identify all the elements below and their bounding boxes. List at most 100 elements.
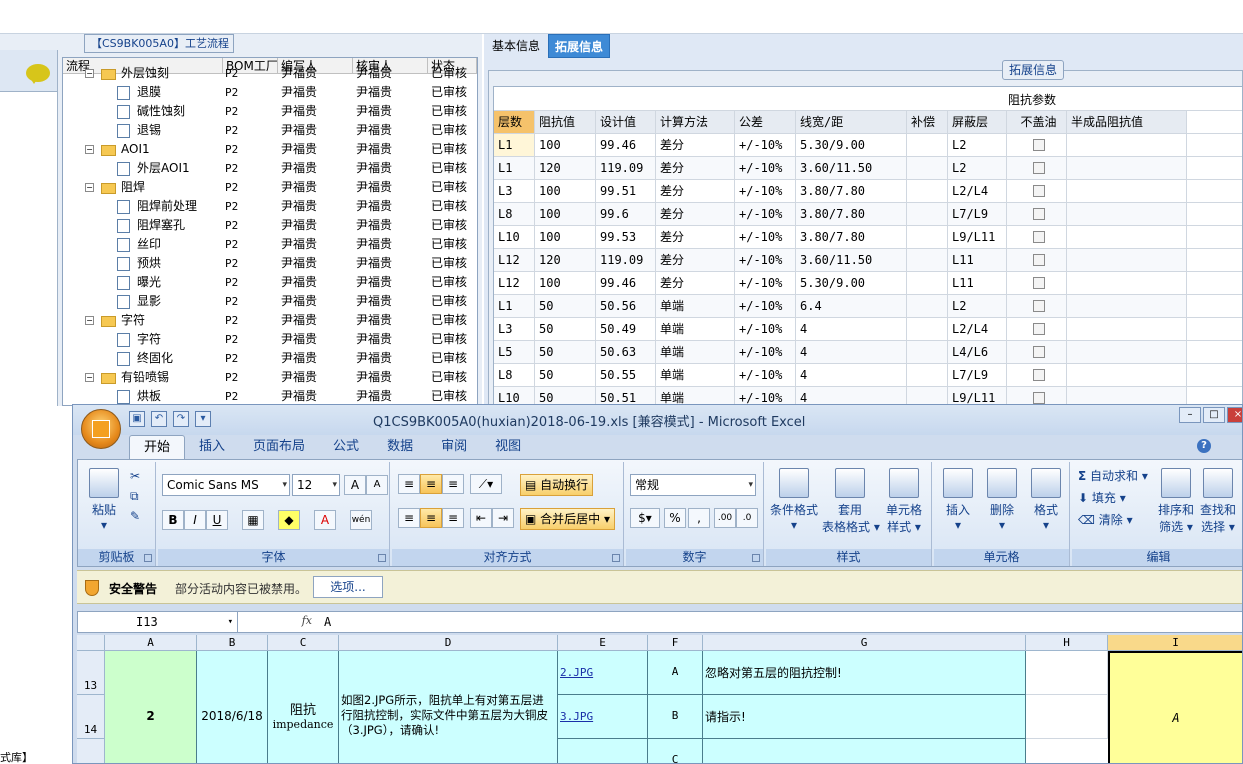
cell-f15[interactable]: C [648, 739, 703, 763]
impedance-cell-checkbox[interactable] [1007, 226, 1067, 248]
shrink-font-icon[interactable]: A [366, 475, 388, 495]
comma-icon[interactable]: , [688, 508, 710, 528]
impedance-row[interactable]: L3 100 99.51 差分 +/-10% 3.80/7.80 L2/L4 [494, 180, 1242, 203]
increase-indent-icon[interactable]: ⇥ [492, 508, 514, 528]
process-row[interactable]: − AOI1 P2 尹福贵 尹福贵 已审核 [63, 140, 477, 159]
format-as-table-button[interactable]: 套用 表格格式 ▾ [822, 468, 880, 535]
cell-e13[interactable]: 2.JPG [558, 651, 648, 695]
cell-styles-button[interactable]: 单元格 样式 ▾ [880, 468, 928, 535]
align-left-icon[interactable]: ≡ [398, 508, 420, 528]
process-row[interactable]: 碱性蚀刻 P2 尹福贵 尹福贵 已审核 [63, 102, 477, 121]
tab-view[interactable]: 视图 [481, 435, 535, 459]
impedance-col-4[interactable]: 公差 [735, 111, 796, 133]
impedance-cell-checkbox[interactable] [1007, 203, 1067, 225]
currency-icon[interactable]: $▾ [630, 508, 660, 528]
process-row[interactable]: 丝印 P2 尹福贵 尹福贵 已审核 [63, 235, 477, 254]
col-header-g[interactable]: G [703, 635, 1026, 651]
comment-bubble-icon[interactable] [26, 64, 50, 84]
redo-icon[interactable]: ↷ [173, 411, 189, 427]
cell-c13[interactable]: 阻抗 impedance [268, 651, 339, 763]
font-color-icon[interactable]: A [314, 510, 336, 530]
checkbox-no-coverlay[interactable] [1032, 139, 1045, 151]
process-row[interactable]: − 阻焊 P2 尹福贵 尹福贵 已审核 [63, 178, 477, 197]
cell-h13[interactable] [1026, 651, 1108, 695]
checkbox-no-coverlay[interactable] [1032, 277, 1045, 289]
tab-data[interactable]: 数据 [373, 435, 427, 459]
checkbox-no-coverlay[interactable] [1032, 300, 1045, 312]
impedance-cell-checkbox[interactable] [1007, 341, 1067, 363]
collapse-icon[interactable]: − [85, 316, 94, 325]
autosum-button[interactable]: Σ 自动求和 ▾ [1078, 466, 1148, 486]
impedance-row[interactable]: L3 50 50.49 单端 +/-10% 4 L2/L4 [494, 318, 1242, 341]
process-row[interactable]: 退锡 P2 尹福贵 尹福贵 已审核 [63, 121, 477, 140]
impedance-cell-checkbox[interactable] [1007, 180, 1067, 202]
impedance-col-8[interactable]: 不盖油 [1007, 111, 1067, 133]
percent-icon[interactable]: % [664, 508, 686, 528]
impedance-row[interactable]: L1 50 50.56 单端 +/-10% 6.4 L2 [494, 295, 1242, 318]
cell-f13[interactable]: A [648, 651, 703, 695]
link-2jpg[interactable]: 2.JPG [560, 666, 593, 679]
row-header-14[interactable]: 14 [77, 695, 105, 739]
impedance-col-5[interactable]: 线宽/距 [796, 111, 907, 133]
delete-cells-button[interactable]: 删除 ▾ [982, 468, 1022, 532]
impedance-cell-checkbox[interactable] [1007, 249, 1067, 271]
process-row[interactable]: 阻焊塞孔 P2 尹福贵 尹福贵 已审核 [63, 216, 477, 235]
grow-font-icon[interactable]: A [344, 475, 366, 495]
number-format-select[interactable]: 常规 ▾ [630, 474, 756, 496]
select-all-corner[interactable] [77, 635, 105, 651]
checkbox-no-coverlay[interactable] [1032, 185, 1045, 197]
sort-filter-button[interactable]: 排序和 筛选 ▾ [1156, 468, 1196, 535]
font-name-select[interactable]: Comic Sans MS ▾ [162, 474, 290, 496]
align-top-icon[interactable]: ≡ [398, 474, 420, 494]
align-right-icon[interactable]: ≡ [442, 508, 464, 528]
process-row[interactable]: 曝光 P2 尹福贵 尹福贵 已审核 [63, 273, 477, 292]
checkbox-no-coverlay[interactable] [1032, 208, 1045, 220]
checkbox-no-coverlay[interactable] [1032, 323, 1045, 335]
name-box[interactable]: I13 ▾ [78, 612, 238, 632]
checkbox-no-coverlay[interactable] [1032, 369, 1045, 381]
copy-icon[interactable]: ⧉ [130, 486, 139, 506]
orientation-icon[interactable]: ⟋▾ [470, 474, 502, 494]
impedance-col-2[interactable]: 设计值 [596, 111, 656, 133]
paste-button[interactable]: 粘贴 ▾ [84, 468, 124, 532]
checkbox-no-coverlay[interactable] [1032, 254, 1045, 266]
cell-f14[interactable]: B [648, 695, 703, 739]
undo-icon[interactable]: ↶ [151, 411, 167, 427]
cell-g14[interactable]: 请指示! [703, 695, 1026, 739]
process-row[interactable]: 阻焊前处理 P2 尹福贵 尹福贵 已审核 [63, 197, 477, 216]
italic-icon[interactable]: I [184, 510, 206, 530]
impedance-row[interactable]: L12 120 119.09 差分 +/-10% 3.60/11.50 L11 [494, 249, 1242, 272]
impedance-col-1[interactable]: 阻抗值 [535, 111, 596, 133]
cell-b13[interactable]: 2018/6/18 [197, 651, 268, 763]
conditional-format-button[interactable]: 条件格式 ▾ [768, 468, 820, 532]
impedance-row[interactable]: L8 50 50.55 单端 +/-10% 4 L7/L9 [494, 364, 1242, 387]
excel-window[interactable]: ▣ ↶ ↷ ▾ Q1CS9BK005A0(huxian)2018-06-19.x… [72, 404, 1243, 764]
phonetic-icon[interactable]: wén [350, 510, 372, 530]
process-row[interactable]: 终固化 P2 尹福贵 尹福贵 已审核 [63, 349, 477, 368]
cell-e14[interactable]: 3.JPG [558, 695, 648, 739]
cell-g15[interactable] [703, 739, 1026, 763]
col-header-i[interactable]: I [1108, 635, 1242, 651]
insert-cells-button[interactable]: 插入 ▾ [938, 468, 978, 532]
impedance-col-3[interactable]: 计算方法 [656, 111, 735, 133]
collapse-icon[interactable]: − [85, 373, 94, 382]
format-cells-button[interactable]: 格式 ▾ [1026, 468, 1066, 532]
customize-qat-icon[interactable]: ▾ [195, 411, 211, 427]
fill-button[interactable]: ⬇ 填充 ▾ [1078, 488, 1126, 508]
cell-h14[interactable] [1026, 695, 1108, 739]
tab-page-layout[interactable]: 页面布局 [239, 435, 319, 459]
process-row[interactable]: − 有铅喷锡 P2 尹福贵 尹福贵 已审核 [63, 368, 477, 387]
clear-button[interactable]: ⌫ 清除 ▾ [1078, 510, 1133, 530]
align-center-icon[interactable]: ≡ [420, 508, 442, 528]
collapse-icon[interactable]: − [85, 183, 94, 192]
cell-d13[interactable]: 如图2.JPG所示，阻抗单上有对第五层进行阻抗控制，实际文件中第五层为大铜皮（3… [339, 651, 558, 763]
insert-function-icon[interactable]: fx [244, 614, 316, 630]
bold-icon[interactable]: B [162, 510, 184, 530]
impedance-row[interactable]: L12 100 99.46 差分 +/-10% 5.30/9.00 L11 [494, 272, 1242, 295]
col-header-b[interactable]: B [197, 635, 268, 651]
impedance-cell-checkbox[interactable] [1007, 157, 1067, 179]
tab-home[interactable]: 开始 [129, 435, 186, 459]
impedance-row[interactable]: L5 50 50.63 单端 +/-10% 4 L4/L6 [494, 341, 1242, 364]
tab-expand-info[interactable]: 拓展信息 [548, 34, 611, 58]
impedance-row[interactable]: L1 100 99.46 差分 +/-10% 5.30/9.00 L2 [494, 134, 1242, 157]
